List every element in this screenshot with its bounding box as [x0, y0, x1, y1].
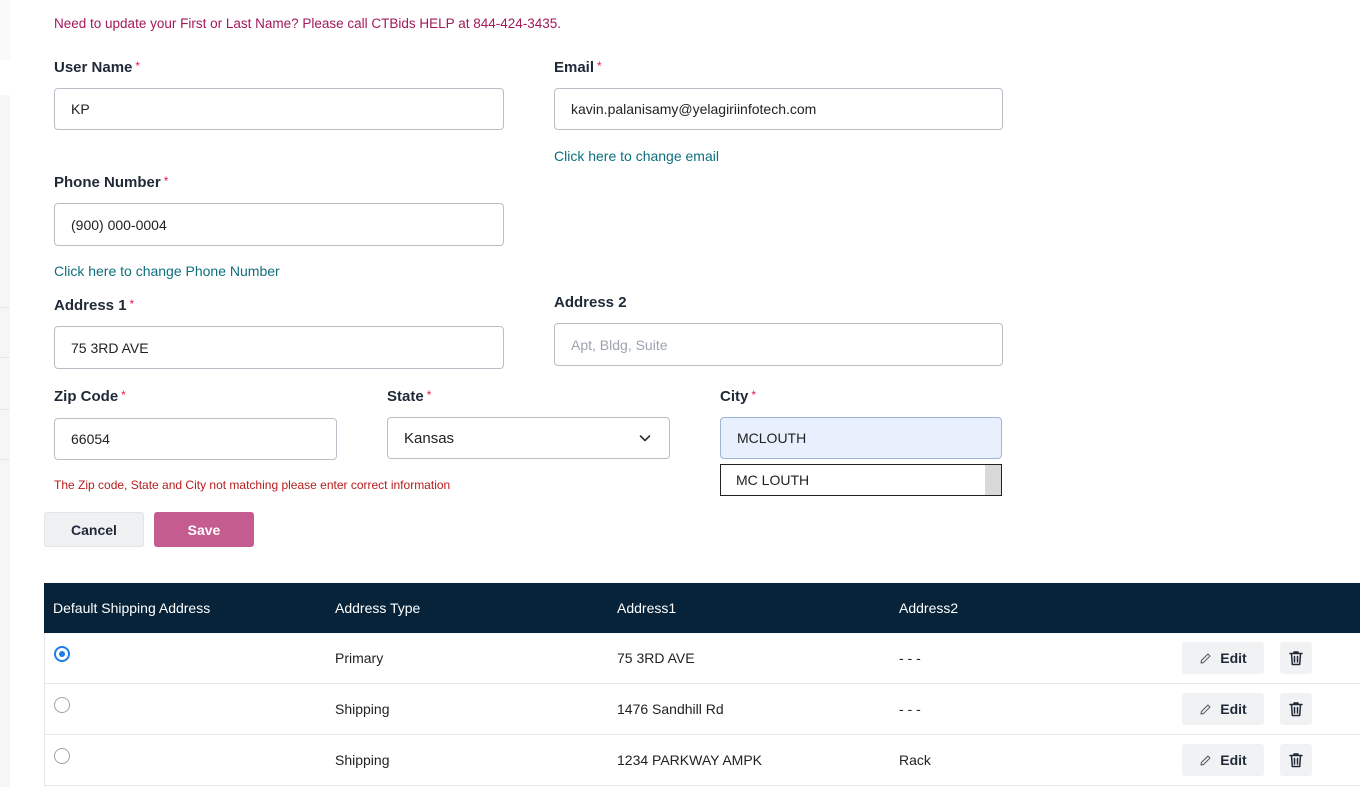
address2-cell: - - -: [899, 650, 921, 666]
edit-label: Edit: [1220, 650, 1247, 666]
phone-label: Phone Number *: [54, 174, 168, 191]
phone-label-text: Phone Number: [54, 174, 161, 191]
edit-label: Edit: [1220, 752, 1247, 768]
email-value: kavin.palanisamy@yelagiriinfotech.com: [571, 101, 817, 117]
table-header: Default Shipping Address Address Type Ad…: [44, 583, 1360, 633]
username-input[interactable]: KP: [54, 88, 504, 130]
delete-button[interactable]: [1280, 693, 1312, 725]
pencil-icon: [1200, 704, 1211, 714]
cancel-button[interactable]: Cancel: [44, 512, 144, 547]
address2-cell: Rack: [899, 752, 931, 768]
username-label-text: User Name: [54, 59, 133, 76]
zip-input[interactable]: 66054: [54, 418, 337, 460]
city-label: City *: [720, 388, 756, 405]
left-edge-divider: [0, 459, 10, 460]
table-row: Primary 75 3RD AVE - - - Edit: [44, 633, 1360, 684]
zip-value: 66054: [71, 431, 110, 447]
city-label-text: City: [720, 388, 749, 405]
pencil-icon: [1200, 653, 1211, 663]
default-address-radio[interactable]: [54, 748, 70, 764]
edit-button[interactable]: Edit: [1182, 744, 1264, 776]
required-marker: *: [163, 174, 169, 188]
state-label: State *: [387, 388, 431, 405]
required-marker: *: [597, 59, 602, 73]
state-value: Kansas: [404, 429, 455, 447]
phone-input[interactable]: (900) 000-0004: [54, 203, 504, 246]
left-edge-divider: [0, 409, 10, 410]
city-input[interactable]: MCLOUTH: [720, 417, 1002, 459]
chevron-down-icon: [639, 435, 651, 442]
edit-label: Edit: [1220, 701, 1247, 717]
name-change-notice: Need to update your First or Last Name? …: [54, 16, 562, 31]
left-edge-strip: [0, 0, 10, 60]
trash-icon: [1289, 753, 1303, 768]
address2-cell: - - -: [899, 701, 921, 717]
address1-label: Address 1 *: [54, 297, 134, 314]
address2-input[interactable]: Apt, Bldg, Suite: [554, 323, 1003, 366]
address1-input[interactable]: 75 3RD AVE: [54, 326, 504, 369]
left-edge-divider: [0, 307, 10, 308]
header-address1: Address1: [617, 600, 677, 616]
address1-cell: 1476 Sandhill Rd: [617, 701, 724, 717]
address1-value: 75 3RD AVE: [71, 339, 149, 356]
edit-button[interactable]: Edit: [1182, 642, 1264, 674]
required-marker: *: [129, 297, 135, 311]
save-button[interactable]: Save: [154, 512, 254, 547]
address2-label: Address 2: [554, 294, 627, 311]
city-suggestion-text: MC LOUTH: [736, 472, 810, 488]
phone-value: (900) 000-0004: [71, 216, 167, 233]
email-label: Email *: [554, 59, 602, 76]
username-value: KP: [71, 101, 90, 117]
required-marker: *: [751, 388, 757, 402]
city-suggestion-option[interactable]: MC LOUTH: [720, 464, 1002, 496]
required-marker: *: [121, 388, 126, 402]
default-address-radio[interactable]: [54, 646, 70, 662]
address2-label-text: Address 2: [554, 294, 627, 311]
email-input[interactable]: kavin.palanisamy@yelagiriinfotech.com: [554, 88, 1003, 130]
email-label-text: Email: [554, 59, 595, 76]
address1-cell: 1234 PARKWAY AMPK: [617, 752, 762, 768]
address-type-cell: Shipping: [335, 701, 390, 717]
edit-button[interactable]: Edit: [1182, 693, 1264, 725]
trash-icon: [1289, 702, 1303, 717]
pencil-icon: [1200, 755, 1211, 765]
zip-label-text: Zip Code: [54, 388, 119, 405]
address-type-cell: Primary: [335, 650, 384, 666]
required-marker: *: [135, 59, 141, 73]
address2-placeholder: Apt, Bldg, Suite: [571, 336, 668, 353]
address1-label-text: Address 1: [54, 297, 127, 314]
required-marker: *: [426, 388, 432, 402]
header-address-type: Address Type: [335, 600, 421, 616]
delete-button[interactable]: [1280, 744, 1312, 776]
address-table: Default Shipping Address Address Type Ad…: [44, 583, 1360, 786]
city-value: MCLOUTH: [737, 430, 807, 446]
state-label-text: State: [387, 388, 424, 405]
header-address2: Address2: [899, 600, 959, 616]
suggestion-scrollbar[interactable]: [985, 465, 1001, 495]
username-label: User Name *: [54, 59, 140, 76]
state-select[interactable]: Kansas: [387, 417, 670, 459]
address-type-cell: Shipping: [335, 752, 390, 768]
address1-cell: 75 3RD AVE: [617, 650, 695, 666]
location-mismatch-error: The Zip code, State and City not matchin…: [54, 478, 451, 492]
change-phone-link[interactable]: Click here to change Phone Number: [54, 263, 280, 279]
table-row: Shipping 1476 Sandhill Rd - - - Edit: [44, 684, 1360, 735]
left-edge-strip: [0, 95, 10, 787]
default-address-radio[interactable]: [54, 697, 70, 713]
zip-label: Zip Code *: [54, 388, 126, 405]
table-row: Shipping 1234 PARKWAY AMPK Rack Edit: [44, 735, 1360, 786]
trash-icon: [1289, 651, 1303, 666]
left-edge-divider: [0, 357, 10, 358]
delete-button[interactable]: [1280, 642, 1312, 674]
header-default-shipping: Default Shipping Address: [53, 600, 211, 616]
change-email-link[interactable]: Click here to change email: [554, 148, 719, 164]
